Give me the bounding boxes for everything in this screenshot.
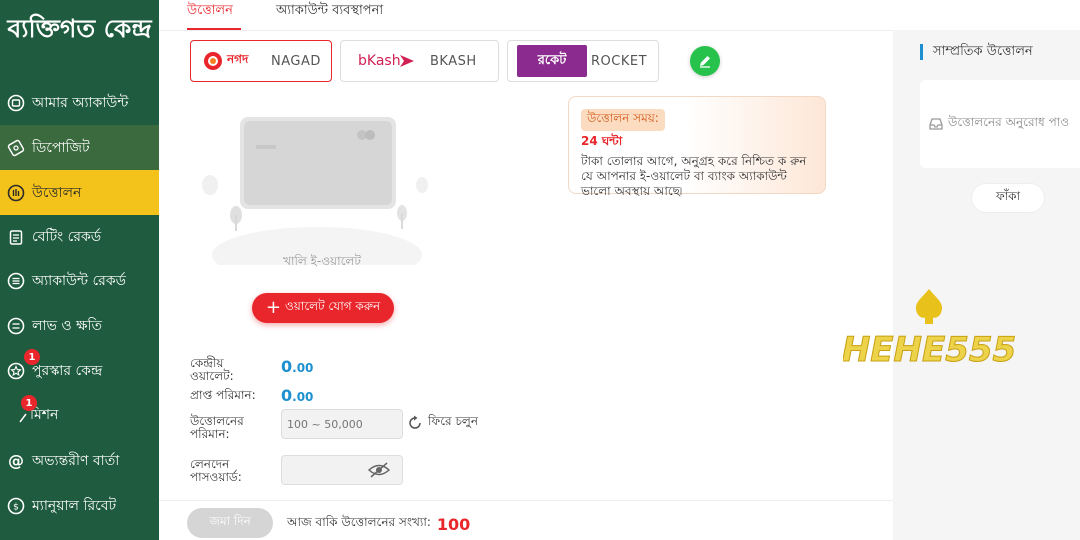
remaining-label: আজ বাকি উত্তোলনের সংখ্যা:: [287, 515, 431, 529]
sidebar-item-withdraw[interactable]: উত্তোলন: [0, 170, 159, 215]
nagad-logo-icon: [203, 51, 223, 71]
reward-badge: 1: [24, 349, 40, 365]
recent-withdrawals-title: সাম্প্রতিক উত্তোলন: [920, 44, 1033, 60]
tab-withdraw[interactable]: উত্তোলন: [187, 0, 241, 30]
sidebar-item-label: উত্তোলন: [32, 184, 82, 201]
tabs-divider: [159, 30, 893, 31]
submit-button[interactable]: জমা দিন: [187, 508, 273, 538]
list-icon: [6, 271, 26, 291]
back-button[interactable]: ফিরে চলুন: [406, 413, 478, 433]
gift-icon: [6, 361, 26, 381]
svg-text:$: $: [13, 502, 19, 512]
sidebar-item-manual-rebate[interactable]: $ ম্যানুয়াল রিবেট: [0, 483, 159, 528]
clipboard-icon: [6, 227, 26, 247]
sidebar-item-label: অ্যাকাউন্ট রেকর্ড: [32, 272, 126, 289]
empty-button[interactable]: ফাঁকা: [971, 183, 1045, 213]
sidebar-item-profit-loss[interactable]: লাভ ও ক্ষতি: [0, 303, 159, 348]
central-wallet-amount: 0: [281, 357, 293, 376]
received-decimal: .00: [292, 390, 314, 404]
rebate-icon: $: [6, 496, 26, 516]
sidebar-item-betting-record[interactable]: বেটিং রেকর্ড: [0, 214, 159, 259]
notice-description: টাকা তোলার আগে, অনুগ্রহ করে নিশ্চিত ক রু…: [581, 154, 807, 198]
rocket-logo: রকেট: [517, 45, 587, 77]
at-icon: @: [6, 451, 26, 471]
svg-text:@: @: [8, 452, 24, 470]
sidebar-item-account-record[interactable]: অ্যাকাউন্ট রেকর্ড: [0, 258, 159, 303]
plus-icon: +: [265, 297, 281, 318]
add-wallet-button[interactable]: + ওয়ালেট যোগ করুন: [252, 293, 394, 323]
rocket-logo-text: রকেট: [537, 52, 567, 68]
edit-button[interactable]: [690, 46, 720, 76]
sidebar-item-label: লাভ ও ক্ষতি: [32, 317, 102, 334]
withdraw-time-notice: উত্তোলন সময়: 24 ঘন্টা টাকা তোলার আগে, অ…: [568, 96, 826, 198]
remaining-count: 100: [436, 514, 471, 534]
brand-watermark-logo: HEHE555: [841, 285, 1017, 371]
add-wallet-label: ওয়ালেট যোগ করুন: [284, 299, 381, 313]
sidebar: ব্যক্তিগত কেন্দ্র আমার অ্যাকাউন্ট ডিপোজি…: [0, 0, 159, 540]
payment-method-label: NAGAD: [271, 53, 321, 69]
sidebar-item-label: অভ্যন্তরীণ বার্তা: [32, 452, 120, 469]
sidebar-item-my-account[interactable]: আমার অ্যাকাউন্ট: [0, 80, 159, 125]
bkash-logo-text: bKash: [358, 53, 401, 69]
withdraw-amount-input[interactable]: [281, 409, 403, 439]
wallet-icon: [6, 93, 26, 113]
brand-watermark-text: HEHE555: [843, 330, 1015, 370]
sidebar-item-label: আমার অ্যাকাউন্ট: [32, 94, 129, 111]
sidebar-item-internal-message[interactable]: @ অভ্যন্তরীণ বার্তা: [0, 438, 159, 483]
received-amount: 0: [281, 386, 293, 405]
payment-method-rocket[interactable]: রকেট ROCKET: [507, 40, 659, 82]
sidebar-item-deposit[interactable]: ডিপোজিট: [0, 125, 159, 170]
empty-wallet-text: খালি ই-ওয়ালেট: [283, 254, 361, 268]
remaining-withdrawals: আজ বাকি উত্তোলনের সংখ্যা: 100: [287, 514, 470, 534]
sidebar-item-label: পুরস্কার কেন্দ্র: [32, 362, 103, 379]
sidebar-item-label: ডিপোজিট: [32, 139, 90, 156]
payment-method-label: BKASH: [430, 53, 477, 69]
withdraw-request-card: উত্তোলনের অনুরোধ পাও: [920, 80, 1080, 168]
received-amount-value: 0.00: [281, 386, 313, 405]
empty-wallet-illustration: [192, 105, 437, 283]
withdraw-icon: [6, 183, 26, 203]
tab-account-management[interactable]: অ্যাকাউন্ট ব্যবস্থাপনা: [276, 0, 383, 30]
sidebar-title: ব্যক্তিগত কেন্দ্র: [7, 14, 152, 43]
central-wallet-decimal: .00: [292, 361, 314, 375]
inbox-icon: [928, 116, 944, 132]
sidebar-item-label: ম্যানুয়াল রিবেট: [32, 497, 117, 514]
payment-method-nagad[interactable]: নগদ NAGAD: [190, 40, 332, 82]
bkash-bird-icon: [398, 52, 416, 70]
received-amount-label: প্রাপ্ত পরিমান:: [190, 388, 256, 402]
refresh-icon: [406, 414, 424, 432]
withdraw-request-text: উত্তোলনের অনুরোধ পাও: [948, 115, 1070, 129]
payment-method-label: ROCKET: [591, 53, 648, 69]
bottom-divider: [159, 500, 893, 501]
notice-hours: 24 ঘন্টা: [581, 134, 623, 148]
notice-title: উত্তোলন সময়:: [581, 109, 665, 131]
mission-badge: 1: [21, 395, 37, 411]
deposit-icon: [6, 138, 26, 158]
transaction-password-label: লেনদেন পাসওয়ার্ড:: [190, 457, 242, 484]
profit-loss-icon: [6, 316, 26, 336]
nagad-logo-text: নগদ: [227, 52, 249, 66]
eye-off-icon[interactable]: [367, 461, 391, 479]
central-wallet-label: কেন্দ্রীয় ওয়ালেট:: [190, 356, 234, 383]
payment-method-bkash[interactable]: bKash BKASH: [340, 40, 499, 82]
central-wallet-value: 0.00: [281, 357, 313, 376]
withdraw-amount-label: উত্তোলনের পরিমান:: [190, 414, 244, 441]
pencil-icon: [697, 53, 713, 69]
sidebar-item-label: বেটিং রেকর্ড: [32, 228, 102, 245]
back-label: ফিরে চলুন: [428, 414, 479, 428]
